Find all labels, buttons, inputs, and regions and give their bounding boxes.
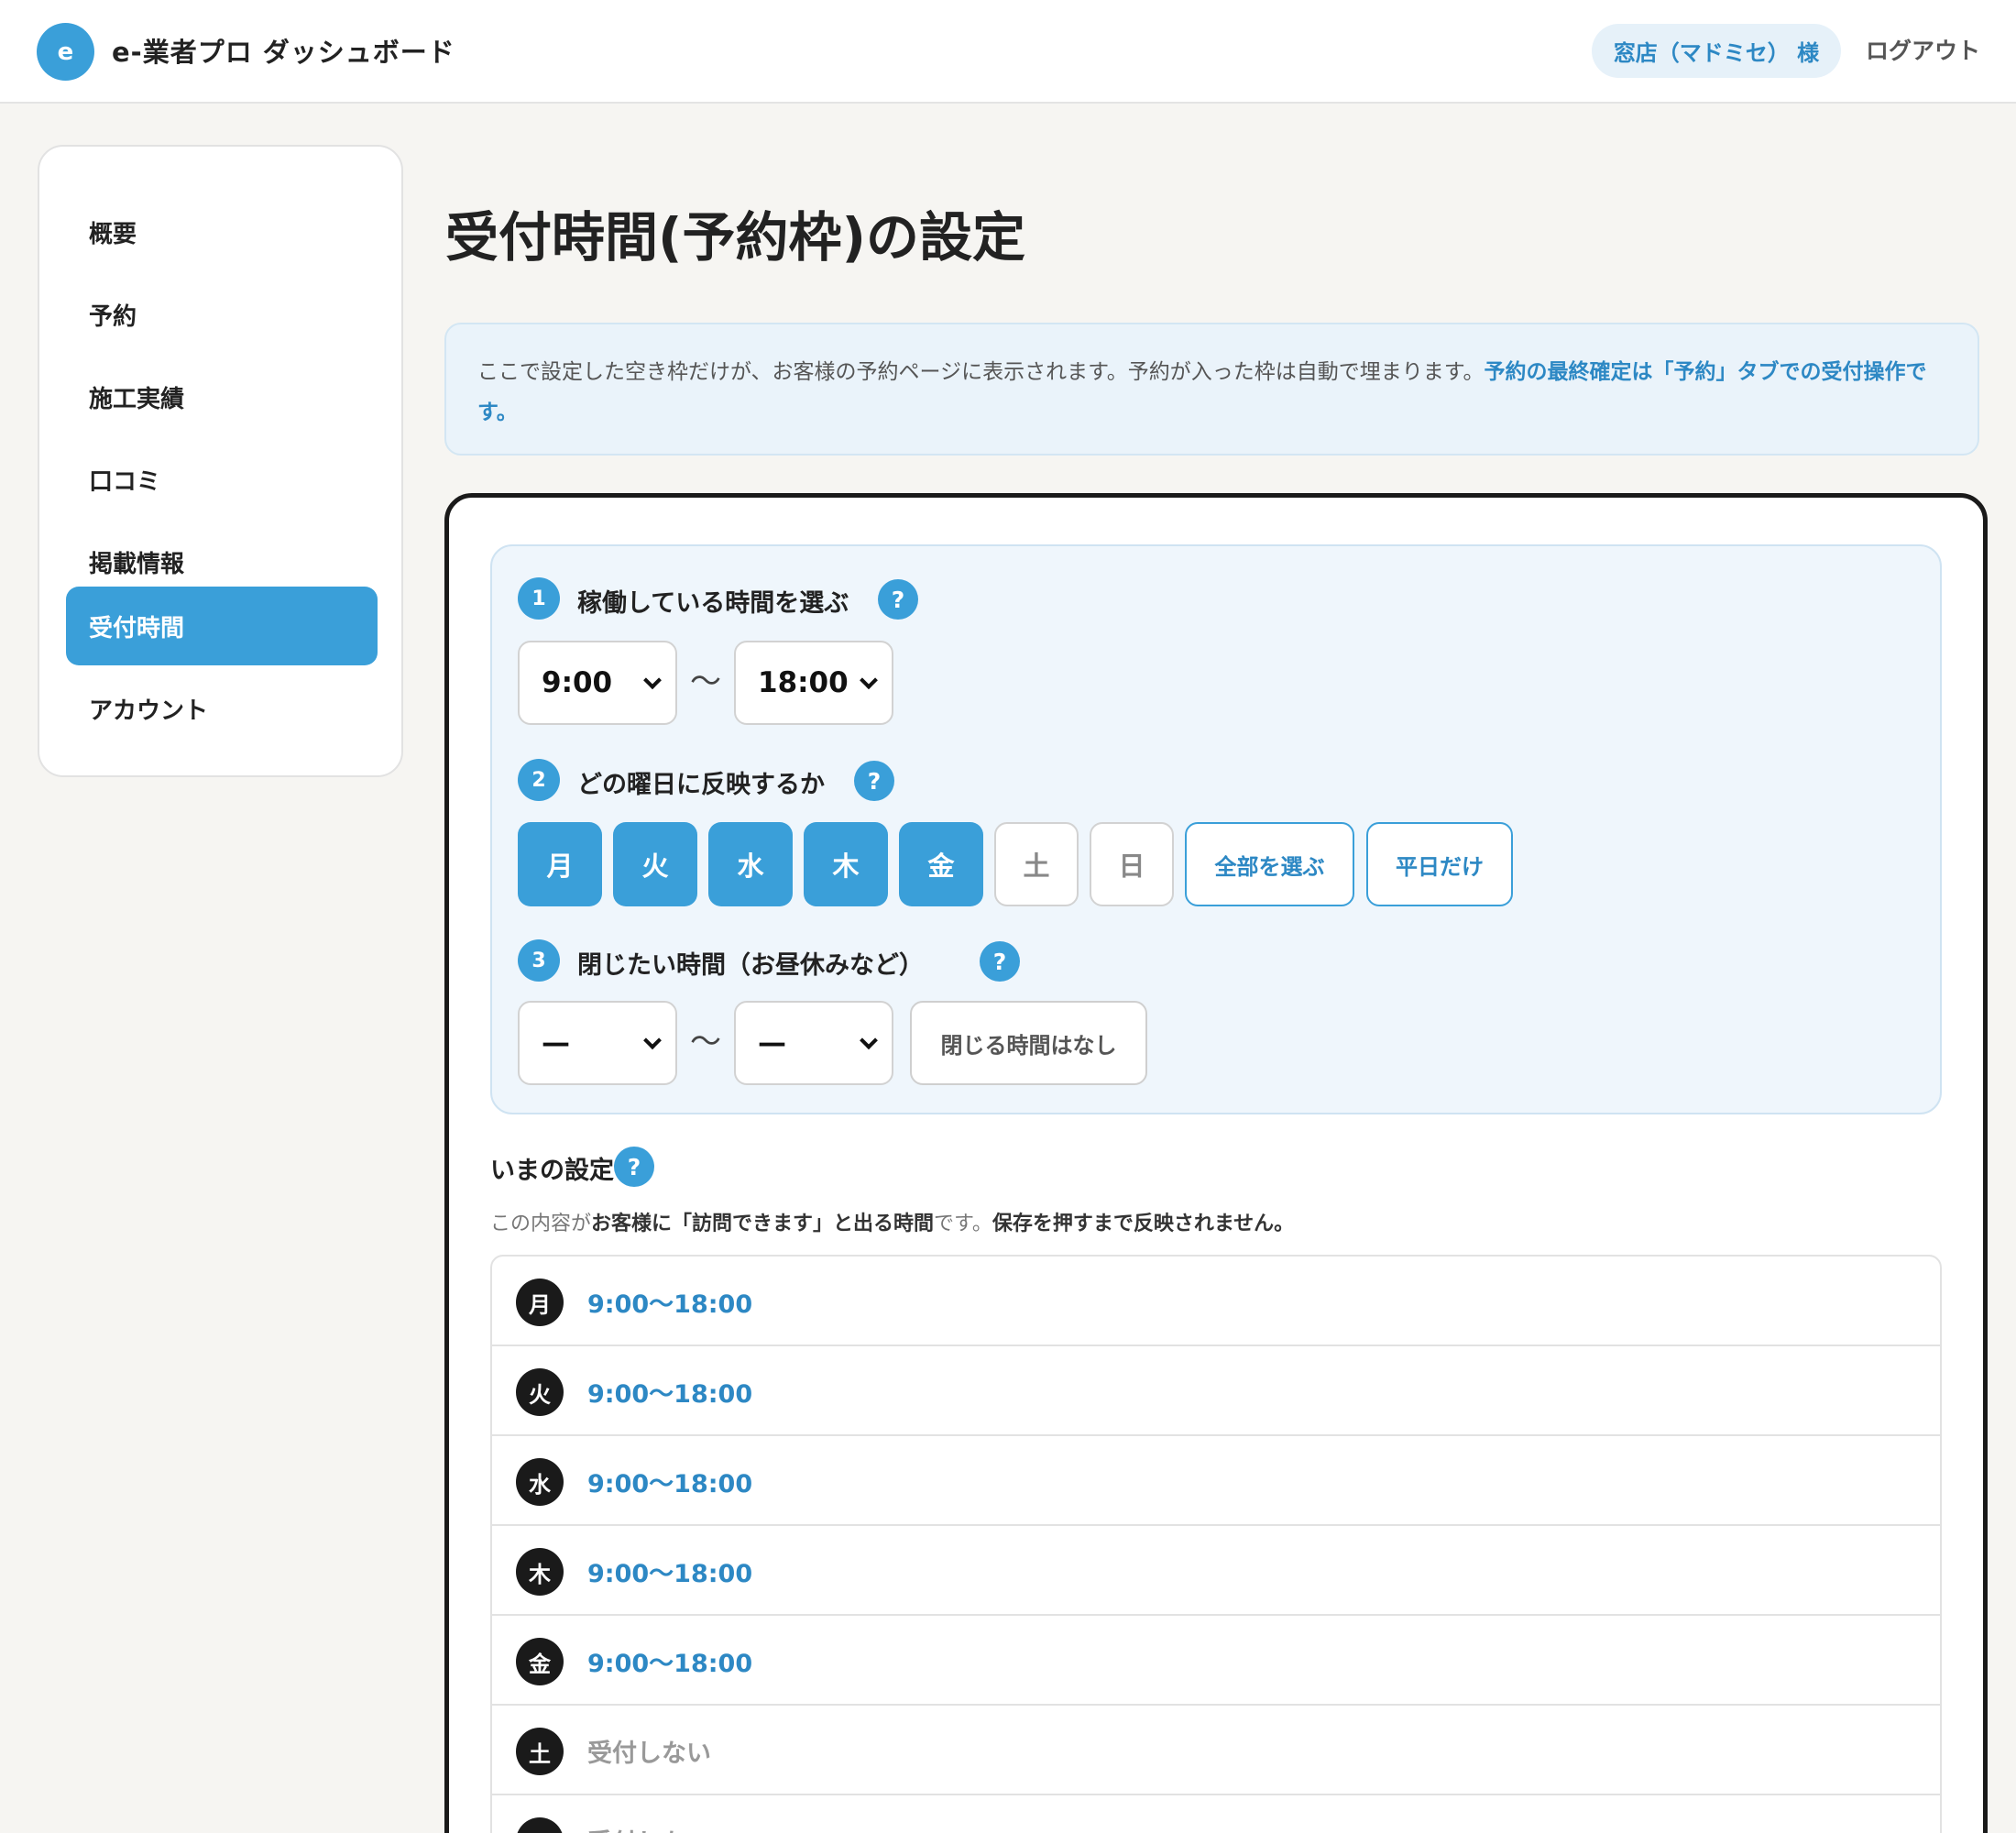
- note-mid: です。: [934, 1213, 992, 1235]
- break-start-value: —: [542, 1026, 570, 1059]
- step-1-badge: 1: [518, 577, 560, 620]
- sidebar-item-works[interactable]: 施工実績: [66, 357, 378, 436]
- start-time-select[interactable]: 9:00: [518, 641, 677, 725]
- schedule-row-sun: 日 受付しない: [492, 1795, 1940, 1833]
- chevron-down-icon: [643, 671, 662, 690]
- step-3-badge: 3: [518, 939, 560, 982]
- no-break-button[interactable]: 閉じる時間はなし: [910, 1001, 1147, 1085]
- settings-card: 1 稼働している時間を選ぶ ? 9:00 〜 18:00 2 どの曜日に反映する…: [444, 493, 1988, 1833]
- day-toggle-wed[interactable]: 水: [708, 822, 793, 906]
- current-settings-note: この内容がお客様に「訪問できます」と出る時間です。保存を押すまで反映されません。: [490, 1207, 1294, 1236]
- chevron-down-icon: [860, 671, 878, 690]
- chevron-down-icon: [643, 1031, 662, 1050]
- schedule-list: 月 9:00〜18:00 火 9:00〜18:00 水 9:00〜18:00 木…: [490, 1255, 1942, 1833]
- range-separator: 〜: [690, 1024, 721, 1060]
- step-2-badge: 2: [518, 759, 560, 801]
- app-title: e-業者プロ ダッシュボード: [112, 37, 455, 68]
- schedule-row-tue: 火 9:00〜18:00: [492, 1346, 1940, 1436]
- note-bold-2: 保存を押すまで反映されません。: [992, 1213, 1295, 1235]
- schedule-row-wed: 水 9:00〜18:00: [492, 1436, 1940, 1526]
- sidebar-item-account[interactable]: アカウント: [66, 669, 378, 748]
- end-time-value: 18:00: [758, 666, 849, 699]
- weekdays-only-button[interactable]: 平日だけ: [1366, 822, 1513, 906]
- schedule-time: 9:00〜18:00: [587, 1380, 753, 1409]
- schedule-time: 受付しない: [587, 1823, 711, 1833]
- logo-icon: e: [37, 23, 94, 81]
- step-3-label: 閉じたい時間（お昼休みなど）: [577, 951, 924, 980]
- current-settings-help-icon[interactable]: ?: [614, 1147, 654, 1187]
- settings-panel: 1 稼働している時間を選ぶ ? 9:00 〜 18:00 2 どの曜日に反映する…: [490, 544, 1942, 1114]
- schedule-row-mon: 月 9:00〜18:00: [492, 1257, 1940, 1346]
- day-badge: 日: [516, 1817, 564, 1833]
- schedule-time: 9:00〜18:00: [587, 1560, 753, 1588]
- sidebar-item-reviews[interactable]: 口コミ: [66, 440, 378, 519]
- schedule-row-thu: 木 9:00〜18:00: [492, 1526, 1940, 1616]
- schedule-time: 9:00〜18:00: [587, 1650, 753, 1678]
- sidebar-item-reservations[interactable]: 予約: [66, 275, 378, 354]
- day-badge: 土: [516, 1728, 564, 1775]
- logout-link[interactable]: ログアウト: [1866, 33, 1980, 66]
- step-2-label: どの曜日に反映するか: [577, 771, 825, 799]
- day-badge: 水: [516, 1458, 564, 1506]
- select-all-days-button[interactable]: 全部を選ぶ: [1185, 822, 1354, 906]
- schedule-row-fri: 金 9:00〜18:00: [492, 1616, 1940, 1706]
- day-badge: 木: [516, 1548, 564, 1596]
- step-2-help-icon[interactable]: ?: [854, 761, 894, 801]
- schedule-time: 受付しない: [587, 1740, 711, 1768]
- break-start-select[interactable]: —: [518, 1001, 677, 1085]
- break-end-value: —: [758, 1026, 786, 1059]
- user-badge[interactable]: 窓店（マドミセ） 様: [1592, 24, 1841, 78]
- sidebar: 概要 予約 施工実績 口コミ 掲載情報 受付時間 アカウント: [38, 145, 403, 777]
- current-settings-title: いまの設定: [490, 1157, 614, 1185]
- chevron-down-icon: [860, 1031, 878, 1050]
- day-badge: 火: [516, 1368, 564, 1416]
- day-toggle-sat[interactable]: 土: [994, 822, 1079, 906]
- schedule-row-sat: 土 受付しない: [492, 1706, 1940, 1795]
- sidebar-item-overview[interactable]: 概要: [66, 192, 378, 271]
- page-title: 受付時間(予約枠)の設定: [445, 206, 1026, 269]
- top-header: e e-業者プロ ダッシュボード 窓店（マドミセ） 様 ログアウト: [0, 0, 2016, 104]
- day-toggle-fri[interactable]: 金: [899, 822, 983, 906]
- day-toggle-mon[interactable]: 月: [518, 822, 602, 906]
- break-end-select[interactable]: —: [734, 1001, 893, 1085]
- note-bold-1: お客様に「訪問できます」と出る時間: [591, 1213, 935, 1235]
- day-badge: 月: [516, 1279, 564, 1326]
- step-1-help-icon[interactable]: ?: [878, 579, 918, 620]
- day-badge: 金: [516, 1638, 564, 1685]
- day-toggle-tue[interactable]: 火: [613, 822, 697, 906]
- schedule-time: 9:00〜18:00: [587, 1290, 753, 1319]
- day-toggle-sun[interactable]: 日: [1090, 822, 1174, 906]
- info-text: ここで設定した空き枠だけが、お客様の予約ページに表示されます。予約が入った枠は自…: [477, 360, 1485, 384]
- info-notice: ここで設定した空き枠だけが、お客様の予約ページに表示されます。予約が入った枠は自…: [444, 323, 1979, 456]
- step-3-help-icon[interactable]: ?: [980, 941, 1020, 982]
- step-1-label: 稼働している時間を選ぶ: [577, 589, 849, 618]
- schedule-time: 9:00〜18:00: [587, 1470, 753, 1498]
- note-prefix: この内容が: [490, 1213, 592, 1235]
- end-time-select[interactable]: 18:00: [734, 641, 893, 725]
- day-toggle-thu[interactable]: 木: [804, 822, 888, 906]
- sidebar-item-hours[interactable]: 受付時間: [66, 587, 378, 665]
- range-separator: 〜: [690, 664, 721, 700]
- start-time-value: 9:00: [542, 666, 613, 699]
